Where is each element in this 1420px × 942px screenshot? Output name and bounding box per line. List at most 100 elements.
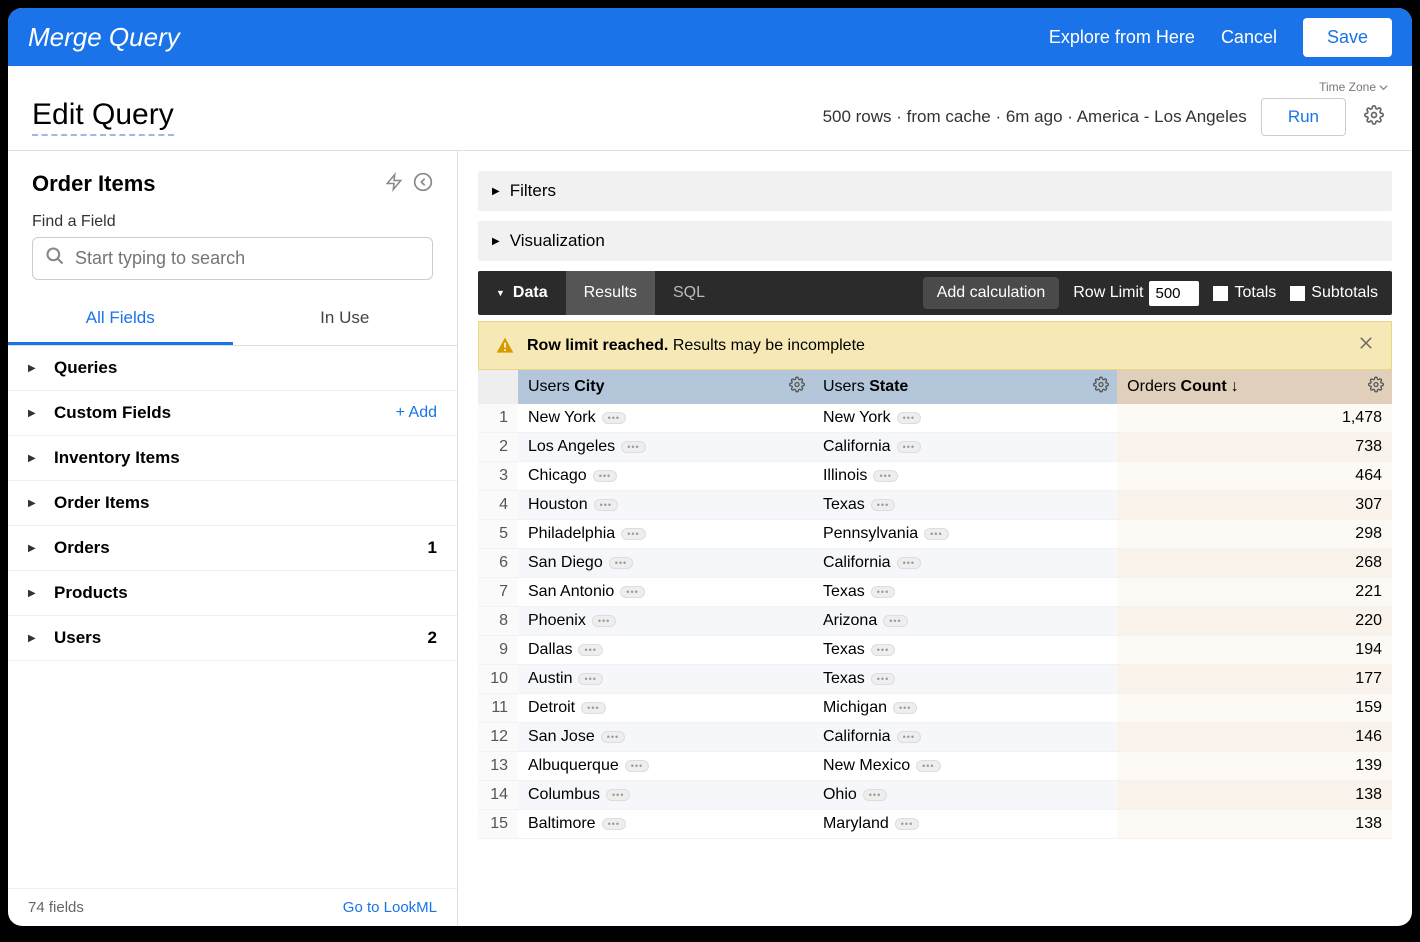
more-icon[interactable]: ••• bbox=[871, 499, 895, 511]
subtotals-checkbox[interactable]: Subtotals bbox=[1290, 284, 1378, 302]
more-icon[interactable]: ••• bbox=[601, 731, 625, 743]
collapse-sidebar-icon[interactable] bbox=[413, 172, 433, 197]
more-icon[interactable]: ••• bbox=[871, 586, 895, 598]
cell-city[interactable]: New York••• bbox=[518, 404, 813, 433]
more-icon[interactable]: ••• bbox=[895, 818, 919, 830]
results-tab[interactable]: Results bbox=[566, 271, 655, 315]
cell-state[interactable]: New Mexico••• bbox=[813, 752, 1117, 781]
category-users[interactable]: ▶Users2 bbox=[8, 616, 457, 661]
more-icon[interactable]: ••• bbox=[897, 557, 921, 569]
row-limit-input[interactable] bbox=[1149, 281, 1199, 306]
category-custom-fields[interactable]: ▶Custom Fields+ Add bbox=[8, 391, 457, 436]
cell-count[interactable]: 221 bbox=[1117, 578, 1392, 607]
more-icon[interactable]: ••• bbox=[897, 412, 921, 424]
sql-tab[interactable]: SQL bbox=[655, 271, 723, 315]
data-tab[interactable]: ▼ Data bbox=[478, 271, 566, 315]
category-queries[interactable]: ▶Queries bbox=[8, 346, 457, 391]
more-icon[interactable]: ••• bbox=[602, 412, 626, 424]
cell-state[interactable]: California••• bbox=[813, 433, 1117, 462]
cell-state[interactable]: Texas••• bbox=[813, 665, 1117, 694]
cell-count[interactable]: 146 bbox=[1117, 723, 1392, 752]
cell-state[interactable]: Texas••• bbox=[813, 578, 1117, 607]
column-gear-icon[interactable] bbox=[1368, 377, 1384, 398]
cell-city[interactable]: San Diego••• bbox=[518, 549, 813, 578]
cell-city[interactable]: Los Angeles••• bbox=[518, 433, 813, 462]
cell-city[interactable]: Albuquerque••• bbox=[518, 752, 813, 781]
cancel-link[interactable]: Cancel bbox=[1221, 27, 1277, 48]
category-order-items[interactable]: ▶Order Items bbox=[8, 481, 457, 526]
bolt-icon[interactable] bbox=[385, 172, 403, 197]
cell-state[interactable]: Ohio••• bbox=[813, 781, 1117, 810]
cell-count[interactable]: 159 bbox=[1117, 694, 1392, 723]
add-custom-field-link[interactable]: + Add bbox=[396, 404, 437, 422]
cell-state[interactable]: Pennsylvania••• bbox=[813, 520, 1117, 549]
cell-count[interactable]: 1,478 bbox=[1117, 404, 1392, 433]
more-icon[interactable]: ••• bbox=[897, 731, 921, 743]
more-icon[interactable]: ••• bbox=[620, 586, 644, 598]
cell-state[interactable]: Illinois••• bbox=[813, 462, 1117, 491]
cell-count[interactable]: 738 bbox=[1117, 433, 1392, 462]
column-gear-icon[interactable] bbox=[789, 377, 805, 398]
more-icon[interactable]: ••• bbox=[609, 557, 633, 569]
cell-city[interactable]: Columbus••• bbox=[518, 781, 813, 810]
more-icon[interactable]: ••• bbox=[897, 441, 921, 453]
column-header-users-state[interactable]: Users State bbox=[813, 370, 1117, 404]
cell-count[interactable]: 138 bbox=[1117, 781, 1392, 810]
cell-count[interactable]: 220 bbox=[1117, 607, 1392, 636]
cell-city[interactable]: Philadelphia••• bbox=[518, 520, 813, 549]
cell-state[interactable]: California••• bbox=[813, 723, 1117, 752]
save-button[interactable]: Save bbox=[1303, 18, 1392, 57]
cell-city[interactable]: Houston••• bbox=[518, 491, 813, 520]
column-header-users-city[interactable]: Users City bbox=[518, 370, 813, 404]
cell-state[interactable]: New York••• bbox=[813, 404, 1117, 433]
search-input-wrapper[interactable] bbox=[32, 237, 433, 280]
more-icon[interactable]: ••• bbox=[873, 470, 897, 482]
visualization-panel[interactable]: ▶ Visualization bbox=[478, 221, 1392, 261]
cell-city[interactable]: Chicago••• bbox=[518, 462, 813, 491]
cell-count[interactable]: 139 bbox=[1117, 752, 1392, 781]
more-icon[interactable]: ••• bbox=[883, 615, 907, 627]
more-icon[interactable]: ••• bbox=[592, 615, 616, 627]
more-icon[interactable]: ••• bbox=[893, 702, 917, 714]
explore-from-here-link[interactable]: Explore from Here bbox=[1049, 27, 1195, 48]
timezone-selector[interactable]: Time Zone bbox=[1319, 80, 1388, 94]
cell-count[interactable]: 307 bbox=[1117, 491, 1392, 520]
column-gear-icon[interactable] bbox=[1093, 377, 1109, 398]
category-products[interactable]: ▶Products bbox=[8, 571, 457, 616]
more-icon[interactable]: ••• bbox=[578, 673, 602, 685]
cell-state[interactable]: Michigan••• bbox=[813, 694, 1117, 723]
tab-in-use[interactable]: In Use bbox=[233, 294, 458, 345]
more-icon[interactable]: ••• bbox=[594, 499, 618, 511]
cell-state[interactable]: California••• bbox=[813, 549, 1117, 578]
cell-city[interactable]: San Antonio••• bbox=[518, 578, 813, 607]
category-inventory-items[interactable]: ▶Inventory Items bbox=[8, 436, 457, 481]
cell-count[interactable]: 138 bbox=[1117, 810, 1392, 839]
more-icon[interactable]: ••• bbox=[916, 760, 940, 772]
edit-query-title[interactable]: Edit Query bbox=[32, 98, 174, 136]
run-button[interactable]: Run bbox=[1261, 98, 1346, 136]
cell-city[interactable]: Detroit••• bbox=[518, 694, 813, 723]
search-input[interactable] bbox=[75, 248, 420, 269]
cell-count[interactable]: 268 bbox=[1117, 549, 1392, 578]
more-icon[interactable]: ••• bbox=[871, 644, 895, 656]
cell-city[interactable]: Austin••• bbox=[518, 665, 813, 694]
cell-state[interactable]: Arizona••• bbox=[813, 607, 1117, 636]
more-icon[interactable]: ••• bbox=[621, 528, 645, 540]
more-icon[interactable]: ••• bbox=[602, 818, 626, 830]
column-header-orders-count[interactable]: Orders Count↓ bbox=[1117, 370, 1392, 404]
cell-city[interactable]: San Jose••• bbox=[518, 723, 813, 752]
more-icon[interactable]: ••• bbox=[871, 673, 895, 685]
add-calculation-button[interactable]: Add calculation bbox=[923, 277, 1060, 309]
settings-gear-icon[interactable] bbox=[1360, 101, 1388, 134]
go-to-lookml-link[interactable]: Go to LookML bbox=[343, 899, 437, 916]
tab-all-fields[interactable]: All Fields bbox=[8, 294, 233, 345]
cell-state[interactable]: Maryland••• bbox=[813, 810, 1117, 839]
cell-state[interactable]: Texas••• bbox=[813, 491, 1117, 520]
cell-count[interactable]: 177 bbox=[1117, 665, 1392, 694]
cell-city[interactable]: Baltimore••• bbox=[518, 810, 813, 839]
more-icon[interactable]: ••• bbox=[593, 470, 617, 482]
cell-state[interactable]: Texas••• bbox=[813, 636, 1117, 665]
filters-panel[interactable]: ▶ Filters bbox=[478, 171, 1392, 211]
cell-count[interactable]: 298 bbox=[1117, 520, 1392, 549]
more-icon[interactable]: ••• bbox=[606, 789, 630, 801]
